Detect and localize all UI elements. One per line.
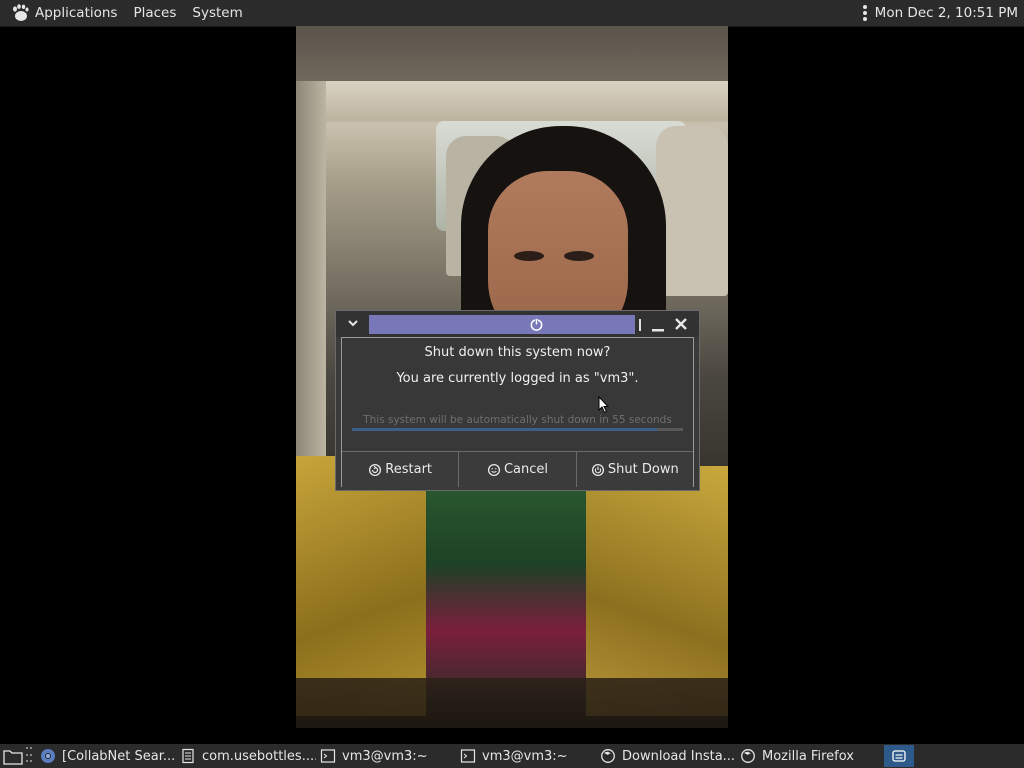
folder-icon — [3, 750, 23, 765]
shutdown-label: Shut Down — [607, 462, 679, 477]
dialog-title-area — [369, 315, 635, 334]
mouse-pointer-icon — [598, 396, 610, 414]
chromium-icon — [41, 749, 55, 763]
restart-button[interactable]: Restart — [342, 452, 460, 487]
task-label: vm3@vm3:~ — [342, 748, 428, 764]
cancel-label: Cancel — [503, 462, 549, 477]
countdown-text: This system will be automatically shut d… — [363, 414, 672, 426]
task-download-insta[interactable]: Download Insta... — [596, 744, 736, 768]
places-menu-label: Places — [133, 5, 177, 21]
terminal-icon — [460, 749, 476, 763]
places-menu[interactable]: Places — [125, 0, 184, 26]
task-label: Mozilla Firefox — [762, 748, 854, 764]
panel-grip[interactable] — [26, 747, 32, 765]
countdown-progress-bar — [352, 428, 683, 431]
applications-menu-label: Applications — [35, 5, 118, 21]
smiley-icon — [487, 463, 501, 476]
task-label: [CollabNet Sear... — [62, 748, 176, 764]
logged-in-message: You are currently logged in as "vm3". — [396, 371, 639, 386]
cancel-button[interactable]: Cancel — [459, 452, 577, 487]
firefox-icon — [741, 749, 755, 763]
firefox-icon — [601, 749, 615, 763]
active-window-tray-button[interactable] — [884, 745, 914, 767]
restart-label: Restart — [385, 462, 433, 477]
dialog-titlebar[interactable] — [336, 311, 699, 337]
chevron-down-icon[interactable] — [346, 316, 360, 330]
shutdown-question: Shut down this system now? — [424, 345, 611, 360]
restart-icon — [369, 463, 382, 476]
applications-menu[interactable]: Applications — [0, 0, 125, 26]
task-collabnet[interactable]: [CollabNet Sear... — [36, 744, 176, 768]
dialog-window-icon — [892, 750, 906, 762]
gnome-foot-icon — [13, 4, 29, 21]
top-panel: Applications Places System Mon Dec 2, 10… — [0, 0, 1024, 27]
close-icon[interactable] — [673, 316, 689, 332]
shutdown-button[interactable]: Shut Down — [576, 452, 693, 487]
text-editor-icon — [182, 748, 194, 764]
system-menu[interactable]: System — [184, 0, 250, 26]
task-terminal-1[interactable]: vm3@vm3:~ — [316, 744, 456, 768]
countdown-progress-fill — [352, 428, 657, 431]
titlebar-separator — [639, 319, 641, 331]
dialog-content: Shut down this system now? You are curre… — [341, 337, 694, 487]
panel-menu-icon[interactable] — [862, 5, 867, 21]
task-label: com.usebottles.... — [202, 748, 316, 764]
system-menu-label: System — [192, 5, 243, 21]
show-desktop-button[interactable] — [2, 746, 24, 766]
task-label: vm3@vm3:~ — [482, 748, 568, 764]
shutdown-dialog: Shut down this system now? You are curre… — [335, 310, 700, 491]
task-terminal-2[interactable]: vm3@vm3:~ — [456, 744, 596, 768]
task-usebottles[interactable]: com.usebottles.... — [176, 744, 316, 768]
minimize-icon[interactable] — [650, 319, 666, 333]
power-icon — [591, 463, 604, 476]
bottom-panel: [CollabNet Sear... com.usebottles.... vm… — [0, 744, 1024, 768]
power-icon — [530, 318, 543, 331]
task-label: Download Insta... — [622, 748, 736, 764]
clock[interactable]: Mon Dec 2, 10:51 PM — [875, 5, 1024, 21]
task-mozilla-firefox[interactable]: Mozilla Firefox — [736, 744, 876, 768]
terminal-icon — [320, 749, 336, 763]
dialog-buttons: Restart Cancel Shut Down — [342, 451, 693, 487]
